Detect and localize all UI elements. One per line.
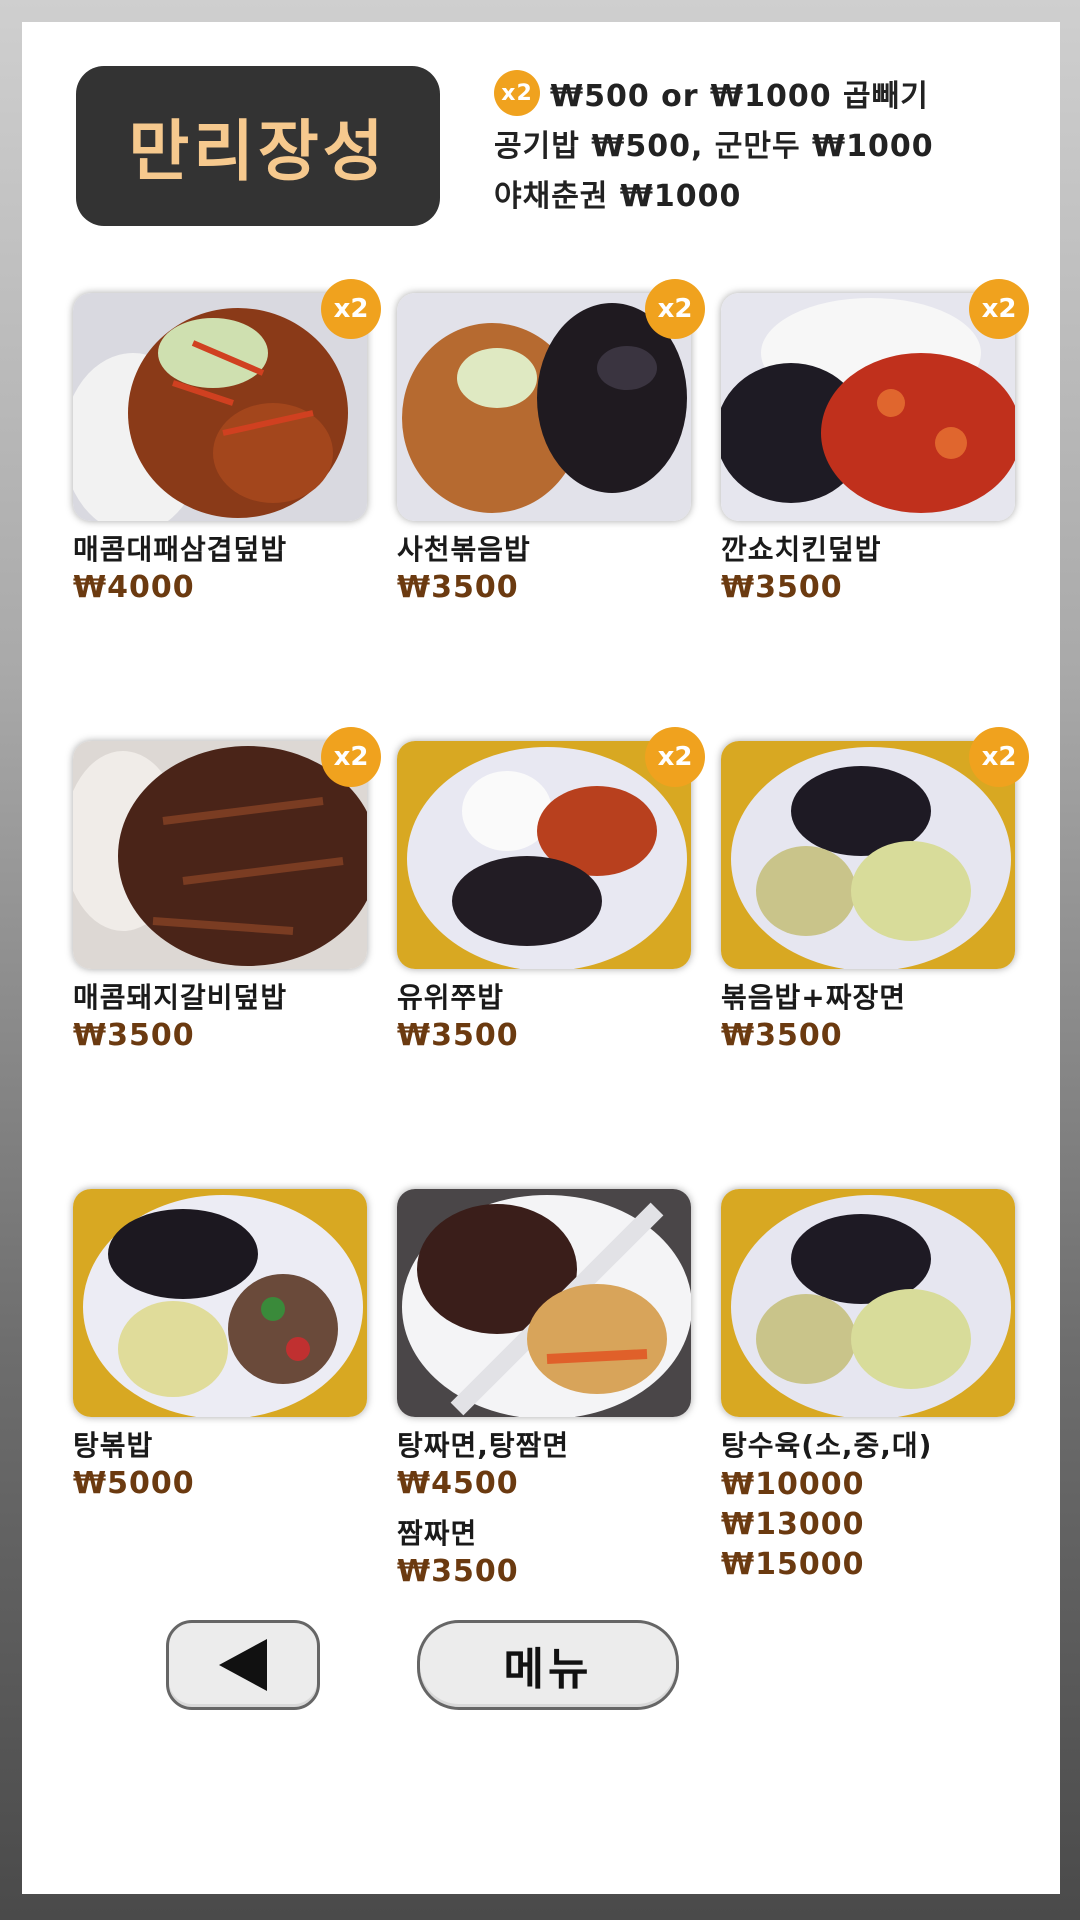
food-photo[interactable]: x2 [721, 727, 1029, 969]
item-price-secondary: ₩3500 [397, 1554, 519, 1589]
menu-item-5[interactable]: x2 유위쭈밥 ₩3500 [397, 727, 705, 1055]
food-photo[interactable] [73, 1189, 367, 1417]
item-name: 탕짜면,탕짬면 [397, 1429, 570, 1462]
info-line-1: x2 ₩500 or ₩1000 곱빼기 [494, 68, 1054, 118]
menu-item-9[interactable]: 탕수육(소,중,대) ₩10000 ₩13000 ₩15000 [721, 1189, 1021, 1585]
double-portion-badge: x2 [494, 70, 540, 116]
food-photo[interactable]: x2 [397, 727, 705, 969]
double-portion-badge: x2 [645, 727, 705, 787]
item-name: 매콤돼지갈비덮밥 [73, 981, 288, 1014]
spring-roll-price: 야채춘권 ₩1000 [494, 179, 742, 214]
menu-item-8[interactable]: 탕짜면,탕짬면 ₩4500 짬짜면 ₩3500 [397, 1189, 697, 1591]
item-price-medium: ₩13000 [721, 1507, 865, 1542]
item-name: 깐쇼치킨덮밥 [721, 533, 882, 566]
rice-dumpling-price: 공기밥 ₩500, 군만두 ₩1000 [494, 129, 934, 164]
menu-item-7[interactable]: 탕볶밥 ₩5000 [73, 1189, 373, 1503]
item-price: ₩4000 [73, 570, 195, 605]
item-price: ₩3500 [721, 1018, 843, 1053]
food-photo[interactable] [721, 1189, 1015, 1417]
item-name: 탕수육(소,중,대) [721, 1429, 933, 1462]
item-name: 사천볶음밥 [397, 533, 531, 566]
double-portion-badge: x2 [321, 727, 381, 787]
item-price: ₩3500 [73, 1018, 195, 1053]
double-portion-badge: x2 [321, 279, 381, 339]
item-name: 매콤대패삼겹덮밥 [73, 533, 288, 566]
back-button[interactable] [166, 1620, 320, 1710]
food-photo[interactable]: x2 [73, 727, 381, 969]
double-portion-badge: x2 [969, 727, 1029, 787]
food-photo[interactable]: x2 [721, 279, 1029, 521]
item-price-small: ₩10000 [721, 1467, 865, 1502]
info-line-2: 공기밥 ₩500, 군만두 ₩1000 [494, 118, 1054, 168]
restaurant-logo: 만리장성 [76, 66, 440, 226]
restaurant-name: 만리장성 [128, 113, 388, 190]
menu-item-1[interactable]: x2 매콤대패삼겹덮밥 ₩4000 [73, 279, 381, 607]
double-portion-badge: x2 [645, 279, 705, 339]
food-photo[interactable]: x2 [73, 279, 381, 521]
menu-button-label: 메뉴 [503, 1644, 593, 1695]
large-portion-price: ₩500 or ₩1000 곱빼기 [550, 79, 929, 114]
menu-button[interactable]: 메뉴 [417, 1620, 679, 1710]
menu-item-6[interactable]: x2 볶음밥+짜장면 ₩3500 [721, 727, 1029, 1055]
item-name-secondary: 짬짜면 [397, 1517, 478, 1550]
extras-info: x2 ₩500 or ₩1000 곱빼기 공기밥 ₩500, 군만두 ₩1000… [494, 68, 1054, 218]
double-portion-badge: x2 [969, 279, 1029, 339]
item-price: ₩3500 [721, 570, 843, 605]
item-price: ₩3500 [397, 570, 519, 605]
left-triangle-icon [219, 1639, 267, 1691]
item-price: ₩5000 [73, 1466, 195, 1501]
item-price: ₩4500 [397, 1466, 519, 1501]
menu-item-4[interactable]: x2 매콤돼지갈비덮밥 ₩3500 [73, 727, 381, 1055]
food-photo[interactable]: x2 [397, 279, 705, 521]
food-photo[interactable] [397, 1189, 691, 1417]
item-name: 탕볶밥 [73, 1429, 154, 1462]
menu-item-2[interactable]: x2 사천볶음밥 ₩3500 [397, 279, 705, 607]
item-price-large: ₩15000 [721, 1547, 865, 1582]
item-name: 볶음밥+짜장면 [721, 981, 907, 1014]
menu-item-3[interactable]: x2 깐쇼치킨덮밥 ₩3500 [721, 279, 1029, 607]
item-price: ₩3500 [397, 1018, 519, 1053]
info-line-3: 야채춘권 ₩1000 [494, 168, 1054, 218]
item-name: 유위쭈밥 [397, 981, 505, 1014]
